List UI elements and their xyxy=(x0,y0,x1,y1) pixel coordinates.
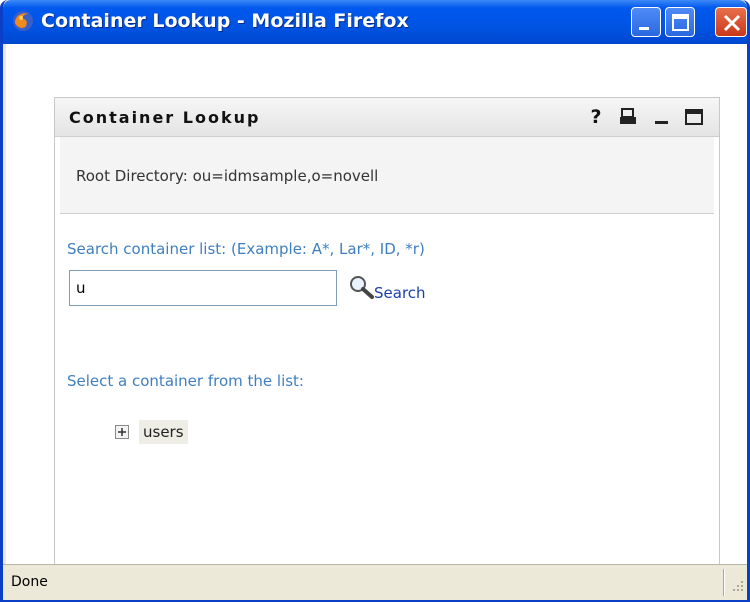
firefox-icon xyxy=(13,11,33,31)
select-container-label: Select a container from the list: xyxy=(67,372,304,390)
root-directory-text: Root Directory: ou=idmsample,o=novell xyxy=(76,167,379,185)
expand-plus-icon[interactable] xyxy=(115,425,129,439)
search-link[interactable]: Search xyxy=(374,284,426,302)
close-icon xyxy=(723,14,741,32)
container-lookup-portlet: Container Lookup ? Root Directory: ou=id… xyxy=(54,97,720,567)
window-title: Container Lookup - Mozilla Firefox xyxy=(41,10,409,32)
portlet-header: Container Lookup ? xyxy=(55,98,719,137)
maximize-icon xyxy=(672,14,689,31)
maximize-icon[interactable] xyxy=(683,106,705,128)
title-bar[interactable]: Container Lookup - Mozilla Firefox xyxy=(3,0,747,44)
print-icon[interactable] xyxy=(617,106,639,128)
minimize-icon xyxy=(639,27,649,30)
close-button[interactable] xyxy=(715,7,747,37)
browser-window: Container Lookup - Mozilla Firefox Conta… xyxy=(0,0,750,602)
help-icon[interactable]: ? xyxy=(585,106,607,128)
page-content: Container Lookup ? Root Directory: ou=id… xyxy=(6,44,747,567)
maximize-button[interactable] xyxy=(665,7,695,37)
magnifier-icon xyxy=(350,276,374,299)
status-divider xyxy=(723,569,724,596)
minimize-icon[interactable] xyxy=(651,106,673,128)
search-label: Search container list: (Example: A*, Lar… xyxy=(67,240,425,258)
status-text: Done xyxy=(11,574,48,590)
status-bar: Done xyxy=(3,564,747,600)
root-directory-box: Root Directory: ou=idmsample,o=novell xyxy=(60,137,714,214)
minimize-button[interactable] xyxy=(631,7,661,37)
tree-item-label[interactable]: users xyxy=(139,420,188,444)
resize-grip-icon[interactable] xyxy=(729,577,745,593)
portlet-title: Container Lookup xyxy=(69,108,261,127)
search-input[interactable] xyxy=(69,270,337,306)
